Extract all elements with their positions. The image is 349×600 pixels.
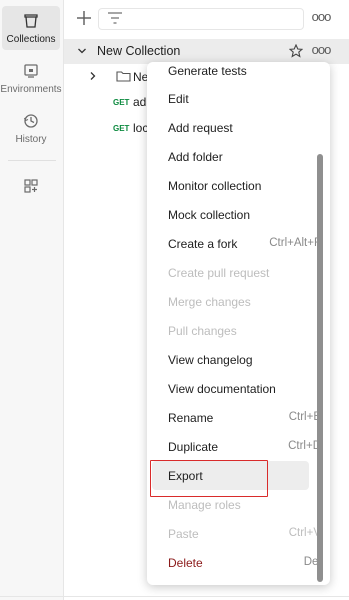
menu-item-edit[interactable]: Edit: [152, 84, 309, 113]
menu-item-label: Paste: [168, 527, 199, 541]
menu-item-merge-changes: Merge changes: [152, 287, 309, 316]
star-icon[interactable]: [289, 44, 303, 58]
menu-item-label: Mock collection: [168, 208, 251, 222]
menu-item-label: Add request: [168, 121, 233, 135]
request-name: ad: [133, 95, 147, 109]
menu-item-label: Generate tests: [168, 64, 247, 78]
menu-item-create-fork[interactable]: Create a fork Ctrl+Alt+F: [152, 229, 321, 258]
menu-item-paste: Paste Ctrl+V: [152, 519, 321, 548]
menu-item-label: Delete: [168, 556, 203, 570]
menu-scrollbar[interactable]: [317, 154, 323, 582]
menu-item-add-request[interactable]: Add request: [152, 113, 309, 142]
menu-item-label: Manage roles: [168, 498, 241, 512]
rail-item-history[interactable]: History: [0, 112, 62, 152]
chevron-right-icon[interactable]: [88, 71, 98, 81]
request-method-badge: GET: [113, 98, 130, 107]
apps-add-icon: [24, 179, 38, 193]
menu-item-label: Duplicate: [168, 440, 219, 454]
collection-row[interactable]: New Collection ooo: [64, 39, 349, 64]
plus-icon[interactable]: [74, 8, 94, 28]
history-icon: [23, 114, 38, 128]
rail-item-label: Collections: [6, 34, 56, 45]
menu-item-duplicate[interactable]: Duplicate Ctrl+D: [152, 432, 321, 461]
folder-icon: [116, 71, 131, 82]
menu-item-mock-collection[interactable]: Mock collection: [152, 200, 309, 229]
menu-item-delete[interactable]: Delete Del: [152, 548, 321, 577]
rail-item-label: Environments: [0, 84, 62, 95]
menu-item-view-documentation[interactable]: View documentation: [152, 374, 309, 403]
menu-item-label: Create pull request: [168, 266, 270, 280]
divider: [0, 596, 349, 597]
menu-item-label: Monitor collection: [168, 179, 262, 193]
collections-icon: [24, 14, 38, 28]
menu-item-label: Add folder: [168, 150, 223, 164]
menu-item-rename[interactable]: Rename Ctrl+E: [152, 403, 321, 432]
menu-item-create-pull-request: Create pull request: [152, 258, 309, 287]
menu-item-label: View changelog: [168, 353, 253, 367]
request-method-badge: GET: [113, 124, 130, 133]
rail-item-collections[interactable]: Collections: [2, 6, 60, 50]
rail-divider: [8, 160, 56, 161]
menu-item-label: Pull changes: [168, 324, 237, 338]
rail-item-apps[interactable]: [0, 177, 62, 199]
menu-item-label: Create a fork: [168, 237, 238, 251]
collection-context-menu: Generate tests Edit Add request Add fold…: [147, 62, 330, 585]
rail-item-environments[interactable]: Environments: [0, 62, 62, 102]
environments-icon: [24, 64, 38, 78]
chevron-down-icon[interactable]: [77, 46, 87, 56]
menu-item-add-folder[interactable]: Add folder: [152, 142, 309, 171]
menu-item-view-changelog[interactable]: View changelog: [152, 345, 309, 374]
menu-item-pull-changes: Pull changes: [152, 316, 309, 345]
menu-item-label: Rename: [168, 411, 214, 425]
rail-item-label: History: [15, 134, 47, 145]
more-options-button[interactable]: ooo: [310, 8, 332, 28]
menu-item-label: Edit: [168, 92, 189, 106]
sidebar-rail: Collections Environments History: [0, 0, 64, 600]
menu-item-shortcut: Ctrl+Alt+F: [269, 237, 321, 249]
menu-item-label: View documentation: [168, 382, 276, 396]
export-highlight-box: [150, 460, 268, 497]
collection-more-button[interactable]: ooo: [310, 42, 332, 60]
search-input[interactable]: [98, 8, 304, 30]
collections-toolbar: ooo: [64, 0, 349, 38]
collection-name: New Collection: [97, 44, 181, 58]
menu-item-label: Merge changes: [168, 295, 251, 309]
menu-item-monitor-collection[interactable]: Monitor collection: [152, 171, 309, 200]
